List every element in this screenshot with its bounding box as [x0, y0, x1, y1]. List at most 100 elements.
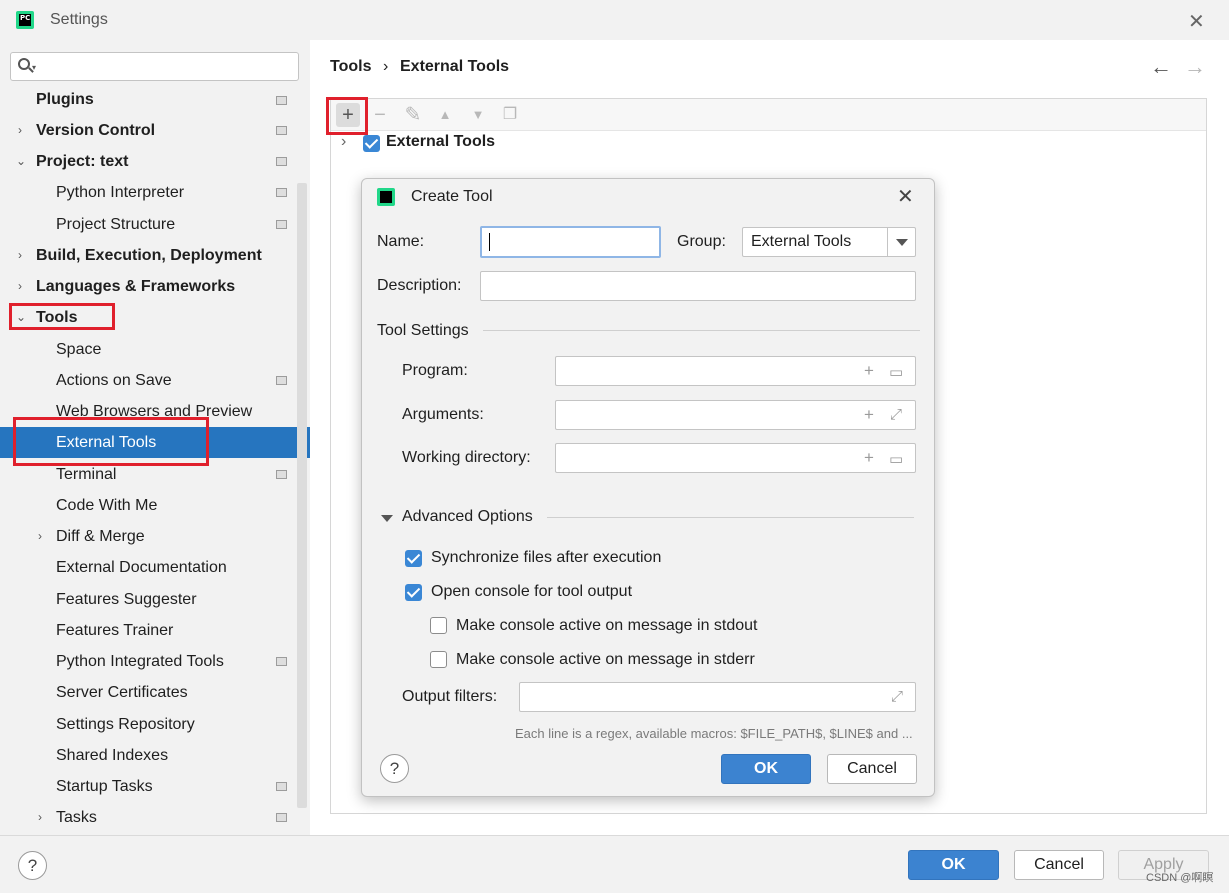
sidebar-item-languages[interactable]: › Languages & Frameworks	[0, 271, 310, 302]
sidebar-item-space[interactable]: Space	[0, 334, 310, 365]
tools-group-checkbox[interactable]	[363, 135, 380, 152]
highlight-external-tools	[13, 417, 209, 466]
arguments-field[interactable]: + ⤢	[555, 400, 916, 430]
help-button[interactable]: ?	[18, 851, 47, 880]
create-tool-dialog: Create Tool ✕ Name: Group: External Tool…	[361, 178, 935, 797]
sidebar-item-settings-repository[interactable]: Settings Repository	[0, 709, 310, 740]
ok-button[interactable]: OK	[908, 850, 999, 880]
search-icon	[18, 58, 30, 70]
chevron-right-icon[interactable]: ›	[18, 240, 22, 271]
sidebar-item-features-suggester[interactable]: Features Suggester	[0, 584, 310, 615]
sidebar-item-project[interactable]: ⌄ Project: text	[0, 146, 310, 177]
sidebar-item-build-execution[interactable]: › Build, Execution, Deployment	[0, 240, 310, 271]
console-active-stderr-checkbox[interactable]	[430, 651, 447, 668]
sidebar-item-project-structure[interactable]: Project Structure	[0, 209, 310, 240]
sidebar-item-server-certificates[interactable]: Server Certificates	[0, 677, 310, 708]
output-filters-label: Output filters:	[402, 688, 498, 705]
sidebar-item-startup-tasks[interactable]: Startup Tasks	[0, 771, 310, 802]
sidebar-item-python-interpreter[interactable]: Python Interpreter	[0, 177, 310, 208]
ok-button[interactable]: OK	[721, 754, 811, 784]
sidebar-item-tasks[interactable]: › Tasks	[0, 802, 310, 833]
collapse-triangle-icon[interactable]	[381, 515, 393, 522]
sidebar-item-features-trainer[interactable]: Features Trainer	[0, 615, 310, 646]
expand-icon[interactable]: ⤢	[891, 688, 903, 705]
console-active-stdout-label: Make console active on message in stdout	[456, 617, 758, 634]
breadcrumb-current: External Tools	[400, 58, 510, 75]
help-button[interactable]: ?	[380, 754, 409, 783]
description-field[interactable]	[480, 271, 916, 301]
project-settings-icon	[276, 470, 287, 479]
cancel-button[interactable]: Cancel	[827, 754, 917, 784]
sidebar-item-shared-indexes[interactable]: Shared Indexes	[0, 740, 310, 771]
sidebar-scrollbar[interactable]	[297, 183, 307, 808]
advanced-options-heading[interactable]: Advanced Options	[402, 508, 533, 526]
group-select[interactable]: External Tools	[742, 227, 916, 257]
folder-icon[interactable]: ▭	[889, 363, 903, 381]
sidebar-item-external-documentation[interactable]: External Documentation	[0, 552, 310, 583]
sidebar-item-plugins[interactable]: Plugins	[0, 84, 310, 115]
chevron-down-icon[interactable]: ⌄	[16, 146, 26, 177]
open-console-checkbox[interactable]	[405, 584, 422, 601]
program-field[interactable]: + ▭	[555, 356, 916, 386]
chevron-right-icon[interactable]: ›	[341, 133, 346, 151]
separator	[547, 517, 914, 518]
remove-icon[interactable]: −	[368, 103, 392, 127]
expand-icon[interactable]: ⤢	[890, 406, 902, 423]
breadcrumb-separator: ›	[383, 58, 389, 75]
project-settings-icon	[276, 813, 287, 822]
name-field[interactable]	[480, 226, 661, 258]
chevron-down-icon[interactable]	[887, 228, 915, 256]
console-active-stderr-label: Make console active on message in stderr	[456, 651, 755, 668]
sidebar-item-python-integrated-tools[interactable]: Python Integrated Tools	[0, 646, 310, 677]
separator	[483, 330, 920, 331]
sidebar-item-code-with-me[interactable]: Code With Me	[0, 490, 310, 521]
watermark: CSDN @啊瞑	[1146, 872, 1214, 884]
group-label: Group:	[677, 233, 726, 250]
program-label: Program:	[402, 362, 468, 379]
pycharm-logo-icon: PC	[16, 11, 34, 29]
search-input[interactable]: ▾	[10, 52, 299, 81]
settings-footer: ? OK Cancel Apply	[0, 835, 1229, 893]
sync-files-checkbox[interactable]	[405, 550, 422, 567]
project-settings-icon	[276, 657, 287, 666]
tool-settings-heading: Tool Settings	[377, 322, 469, 339]
working-directory-field[interactable]: + ▭	[555, 443, 916, 473]
insert-macro-icon[interactable]: +	[864, 448, 874, 468]
edit-icon[interactable]: ✎	[401, 103, 425, 127]
sync-files-label: Synchronize files after execution	[431, 549, 662, 566]
highlight-tools	[9, 303, 115, 330]
project-settings-icon	[276, 188, 287, 197]
sidebar-item-version-control[interactable]: › Version Control	[0, 115, 310, 146]
console-active-stdout-checkbox[interactable]	[430, 617, 447, 634]
close-icon[interactable]: ✕	[1188, 9, 1205, 34]
insert-macro-icon[interactable]: +	[864, 361, 874, 381]
close-icon[interactable]: ✕	[897, 184, 914, 209]
open-console-label: Open console for tool output	[431, 583, 633, 600]
project-settings-icon	[276, 220, 287, 229]
forward-arrow-icon[interactable]: →	[1184, 54, 1206, 80]
chevron-down-icon: ▾	[32, 63, 37, 72]
chevron-right-icon[interactable]: ›	[18, 271, 22, 302]
output-filters-hint: Each line is a regex, available macros: …	[515, 726, 913, 741]
folder-icon[interactable]: ▭	[889, 450, 903, 468]
working-directory-label: Working directory:	[402, 449, 531, 466]
chevron-right-icon[interactable]: ›	[38, 521, 42, 552]
name-label: Name:	[377, 233, 425, 250]
sidebar-item-actions-on-save[interactable]: Actions on Save	[0, 365, 310, 396]
back-arrow-icon[interactable]: ←	[1150, 54, 1172, 80]
copy-icon[interactable]: ❐	[498, 103, 522, 127]
project-settings-icon	[276, 157, 287, 166]
chevron-right-icon[interactable]: ›	[18, 115, 22, 146]
move-down-icon[interactable]: ▼	[466, 103, 490, 127]
project-settings-icon	[276, 782, 287, 791]
breadcrumb-parent[interactable]: Tools	[330, 58, 371, 76]
insert-macro-icon[interactable]: +	[864, 405, 874, 425]
output-filters-field[interactable]: ⤢	[519, 682, 916, 712]
move-up-icon[interactable]: ▲	[433, 103, 457, 127]
pycharm-logo-icon	[377, 188, 395, 206]
sidebar-item-diff-merge[interactable]: › Diff & Merge	[0, 521, 310, 552]
cancel-button[interactable]: Cancel	[1014, 850, 1104, 880]
tools-toolbar: + − ✎ ▲ ▼ ❐	[331, 99, 1206, 131]
chevron-right-icon[interactable]: ›	[38, 802, 42, 833]
text-cursor	[489, 233, 490, 251]
